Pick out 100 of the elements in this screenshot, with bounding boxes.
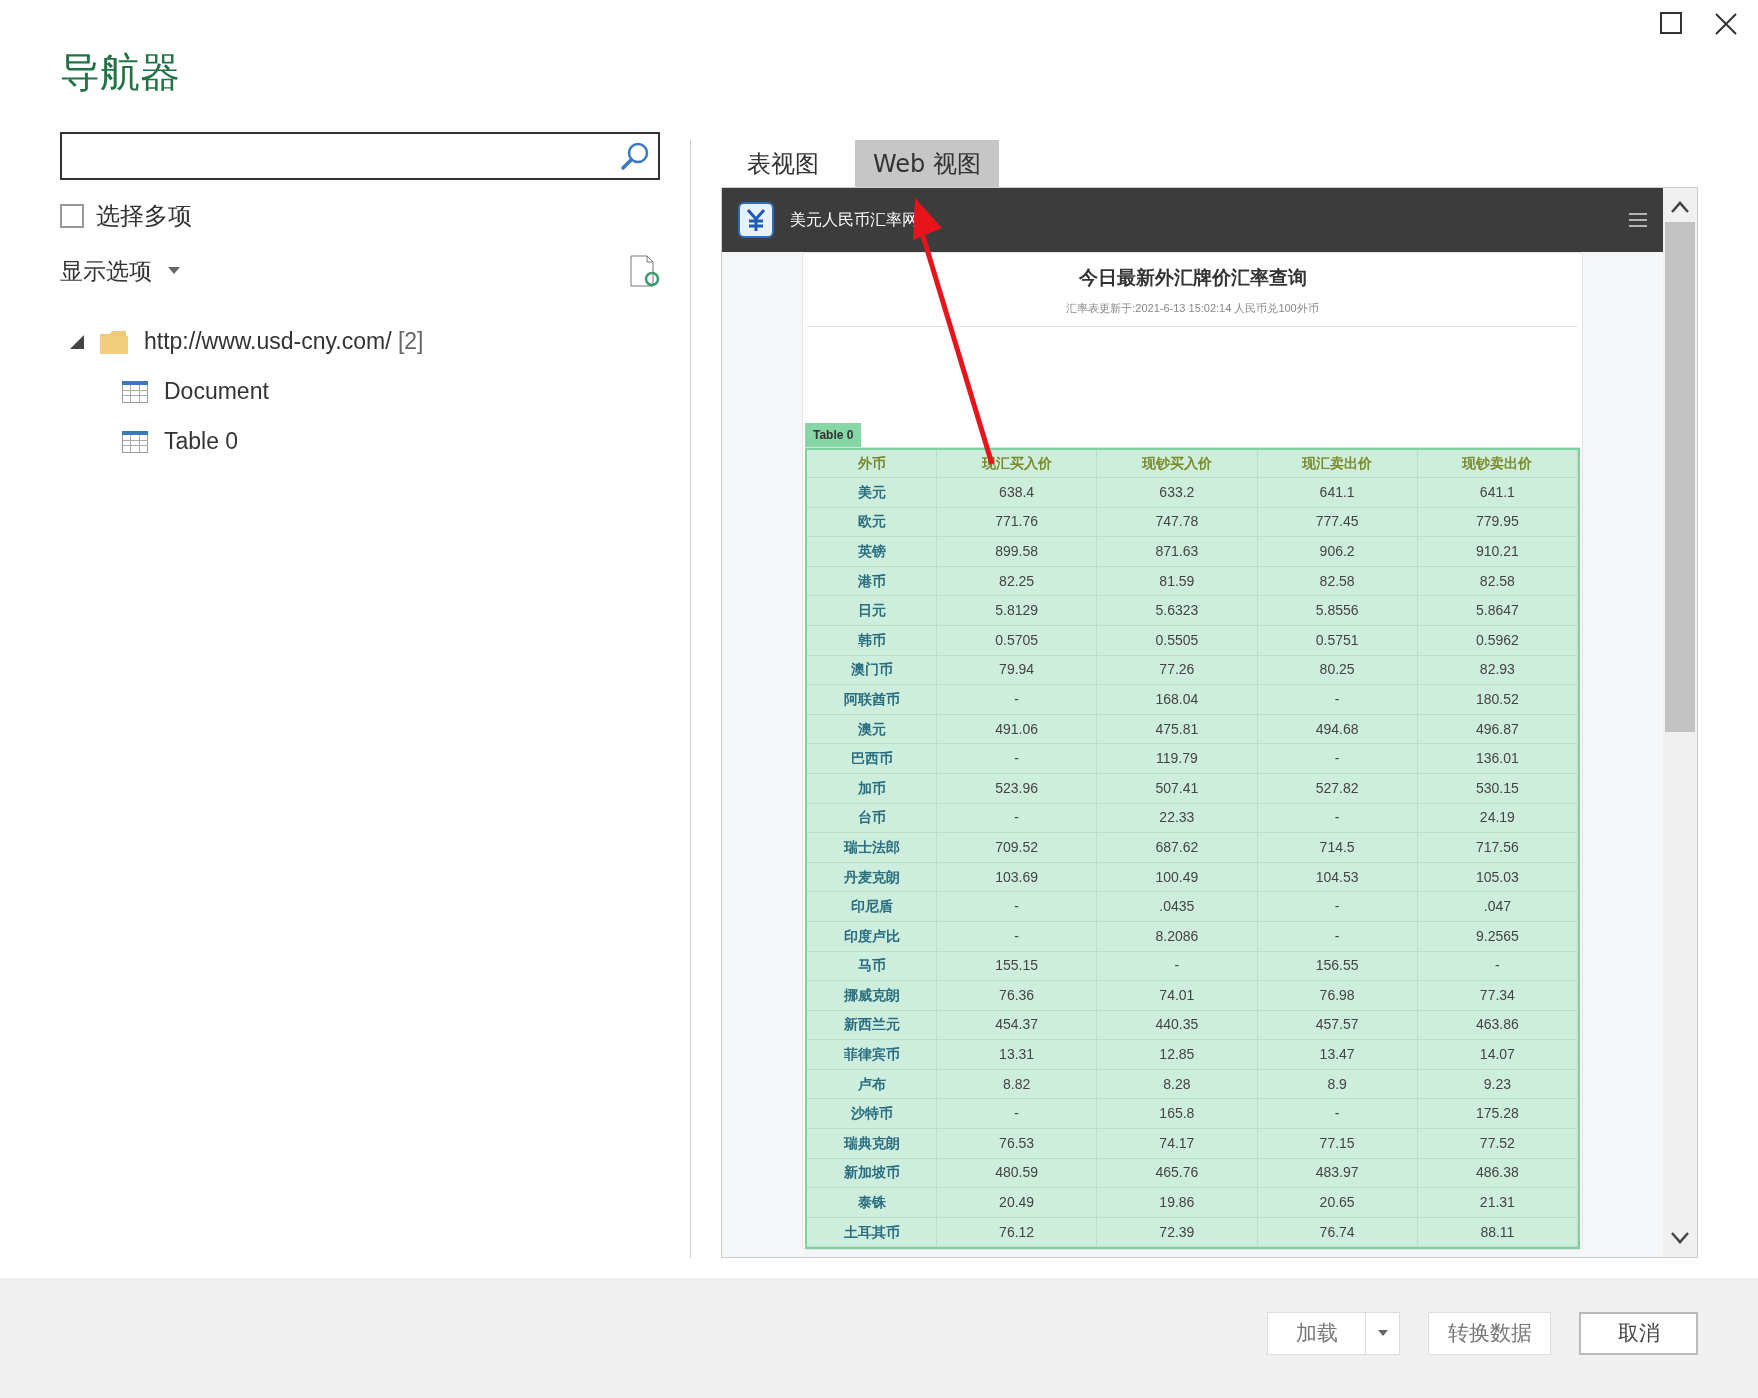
scrollbar-thumb[interactable] [1665, 222, 1695, 732]
table-cell: 14.07 [1417, 1040, 1578, 1070]
table-cell: 494.68 [1257, 714, 1418, 745]
table-cell: 77.15 [1257, 1129, 1418, 1159]
table-cell: 771.76 [937, 507, 1098, 538]
table-cell: 76.53 [937, 1129, 1098, 1159]
table-cell: 美元 [807, 478, 937, 508]
table-cell: 5.8129 [937, 596, 1098, 626]
table-cell: 457.57 [1257, 1010, 1418, 1041]
table-cell: 0.5705 [937, 625, 1098, 656]
table-cell: - [1097, 951, 1258, 982]
table-cell: 74.01 [1097, 981, 1258, 1011]
table-cell: 483.97 [1257, 1158, 1418, 1189]
table-cell: 0.5751 [1257, 625, 1418, 656]
table-cell: 77.26 [1097, 655, 1258, 686]
table-cell: 0.5962 [1417, 625, 1578, 656]
table-cell: 74.17 [1097, 1129, 1258, 1159]
table-cell: 475.81 [1097, 714, 1258, 745]
table-cell: 76.12 [937, 1217, 1098, 1248]
table-cell: 871.63 [1097, 537, 1258, 567]
cancel-button[interactable]: 取消 [1579, 1311, 1698, 1355]
table-icon [122, 380, 148, 403]
table-cell: 韩币 [807, 625, 937, 656]
close-icon[interactable] [1714, 12, 1738, 36]
table-cell: - [937, 921, 1098, 952]
table-cell: 76.36 [937, 981, 1098, 1011]
table-cell: 523.96 [937, 773, 1098, 804]
maximize-icon[interactable] [1660, 12, 1682, 34]
table-cell: 卢布 [807, 1069, 937, 1100]
table-cell: 澳门币 [807, 655, 937, 686]
menu-icon[interactable] [1629, 213, 1647, 227]
table-cell: 906.2 [1257, 537, 1418, 567]
column-header: 外币 [807, 450, 937, 478]
table-cell: 沙特币 [807, 1099, 937, 1130]
table-cell: 新加坡币 [807, 1158, 937, 1189]
checkbox-label: 选择多项 [96, 201, 192, 232]
table-cell: 465.76 [1097, 1158, 1258, 1189]
table-cell: 土耳其币 [807, 1217, 937, 1248]
scroll-down-icon[interactable] [1670, 1231, 1690, 1245]
scrollbar[interactable] [1663, 188, 1697, 1257]
table-cell: - [1417, 951, 1578, 982]
table-cell: 507.41 [1097, 773, 1258, 804]
table-cell: 88.11 [1417, 1217, 1578, 1248]
load-split-button[interactable]: 加载 [1267, 1311, 1400, 1355]
table-cell: 日元 [807, 596, 937, 626]
table-cell: 633.2 [1097, 478, 1258, 508]
table-cell: 641.1 [1257, 478, 1418, 508]
table-cell: 687.62 [1097, 833, 1258, 863]
table-cell: 156.55 [1257, 951, 1418, 982]
search-icon [620, 141, 650, 171]
table-cell: 20.49 [937, 1188, 1098, 1218]
table-cell: 8.9 [1257, 1069, 1418, 1100]
table-cell: - [1257, 1099, 1418, 1130]
table-cell: - [937, 1099, 1098, 1130]
logo-icon [738, 202, 774, 238]
scroll-up-icon[interactable] [1670, 200, 1690, 214]
transform-data-button[interactable]: 转换数据 [1428, 1311, 1551, 1355]
table-cell: 欧元 [807, 507, 937, 538]
checkbox[interactable] [60, 204, 84, 228]
table-cell: 105.03 [1417, 862, 1578, 893]
tab[interactable]: Web 视图 [855, 140, 999, 187]
folder-icon [100, 329, 128, 354]
collapse-icon[interactable] [70, 334, 84, 349]
table-cell: 81.59 [1097, 566, 1258, 597]
table-cell: 挪威克朗 [807, 981, 937, 1011]
table-cell: .047 [1417, 892, 1578, 922]
table-cell: 486.38 [1417, 1158, 1578, 1189]
table-cell: 加币 [807, 773, 937, 804]
table-cell: 21.31 [1417, 1188, 1578, 1218]
table-cell: 瑞士法郎 [807, 833, 937, 863]
search-field[interactable] [60, 132, 660, 180]
tree-item[interactable]: Table 0 [164, 424, 239, 459]
table-cell: 5.6323 [1097, 596, 1258, 626]
table-cell: 巴西币 [807, 744, 937, 774]
document-refresh-icon[interactable] [630, 255, 660, 288]
tree-item[interactable]: http://www.usd-cny.com/ [2] [144, 324, 424, 359]
table-cell: 印度卢比 [807, 921, 937, 952]
tree-item[interactable]: Document [164, 374, 269, 409]
table-cell: - [937, 803, 1098, 834]
table-cell: 119.79 [1097, 744, 1258, 774]
table-cell: 79.94 [937, 655, 1098, 686]
table-cell: 9.23 [1417, 1069, 1578, 1100]
table-cell: - [937, 892, 1098, 922]
table-cell: 澳元 [807, 714, 937, 745]
table-cell: 新西兰元 [807, 1010, 937, 1041]
display-options-dropdown[interactable]: 显示选项 [60, 254, 180, 289]
table-cell: 454.37 [937, 1010, 1098, 1041]
table-cell: 13.31 [937, 1040, 1098, 1070]
table-cell: 菲律宾币 [807, 1040, 937, 1070]
table-cell: - [937, 744, 1098, 774]
table-cell: 463.86 [1417, 1010, 1578, 1041]
load-button-label[interactable]: 加载 [1268, 1317, 1365, 1349]
caret-icon[interactable] [1377, 1329, 1388, 1337]
table-cell: 13.47 [1257, 1040, 1418, 1070]
table-cell: 76.98 [1257, 981, 1418, 1011]
table-cell: 24.19 [1417, 803, 1578, 834]
table-cell: 136.01 [1417, 744, 1578, 774]
table-cell: 100.49 [1097, 862, 1258, 893]
table-cell: 496.87 [1417, 714, 1578, 745]
tab[interactable]: 表视图 [729, 140, 837, 187]
